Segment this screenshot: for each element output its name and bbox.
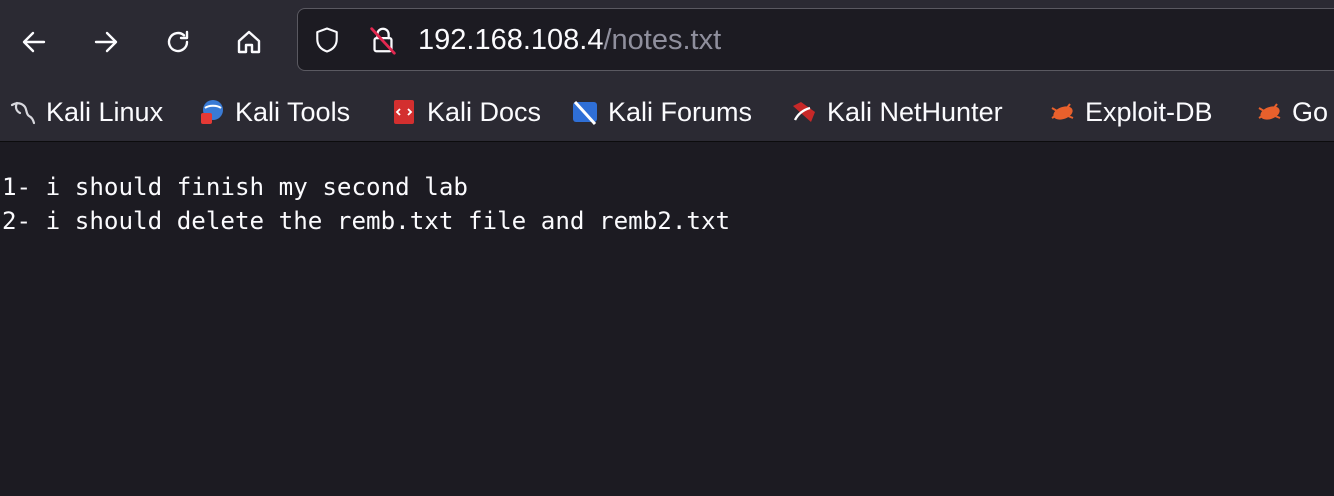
exploit-db-icon: [1254, 97, 1284, 127]
bookmark-label: Kali Linux: [46, 96, 164, 127]
bookmark-label: Go: [1292, 96, 1329, 127]
shield-icon: [316, 27, 338, 53]
bookmark-kali-forums[interactable]: Kali Forums: [570, 94, 752, 130]
bookmark-kali-nethunter[interactable]: Kali NetHunter: [789, 94, 1003, 130]
forward-button[interactable]: [84, 20, 128, 64]
home-icon: [237, 30, 261, 54]
insecure-lock-icon: [370, 27, 396, 55]
kali-nethunter-icon: [789, 97, 819, 127]
kali-dragon-icon: [8, 97, 38, 127]
text-line: 2- i should delete the remb.txt file and…: [2, 207, 731, 235]
bookmark-label: Kali NetHunter: [827, 96, 1003, 127]
back-button[interactable]: [12, 20, 56, 64]
bookmark-exploit-db[interactable]: Exploit-DB: [1047, 94, 1213, 130]
page-content: 1- i should finish my second lab 2- i sh…: [0, 143, 1334, 496]
reload-button[interactable]: [156, 20, 200, 64]
bookmark-label: Exploit-DB: [1085, 96, 1213, 127]
reload-icon: [167, 30, 189, 53]
bookmark-kali-tools[interactable]: Kali Tools: [197, 94, 350, 130]
plain-text-document: 1- i should finish my second lab 2- i sh…: [2, 170, 730, 238]
url-path: /notes.txt: [603, 24, 722, 56]
bookmark-label: Kali Forums: [608, 96, 753, 127]
tracking-protection-button[interactable]: [310, 23, 344, 57]
kali-docs-icon: [389, 97, 419, 127]
site-info-button[interactable]: [366, 23, 400, 57]
bookmark-label: Kali Tools: [235, 96, 351, 127]
browser-toolbar: 192.168.108.4/notes.txt: [0, 0, 1334, 84]
kali-forums-icon: [570, 97, 600, 127]
arrow-left-icon: [22, 31, 46, 53]
url-host: 192.168.108.4: [418, 24, 604, 56]
url-text[interactable]: 192.168.108.4/notes.txt: [418, 23, 721, 57]
home-button[interactable]: [227, 20, 271, 64]
bookmarks-toolbar: Kali Linux Kali Tools Kali Docs Kali For…: [0, 84, 1334, 142]
arrow-right-icon: [94, 31, 118, 53]
kali-tools-icon: [197, 97, 227, 127]
url-bar[interactable]: 192.168.108.4/notes.txt: [297, 8, 1334, 71]
bookmark-google-hacking-db[interactable]: Go: [1254, 94, 1328, 130]
bookmark-kali-docs[interactable]: Kali Docs: [389, 94, 541, 130]
bookmark-kali-linux[interactable]: Kali Linux: [8, 94, 163, 130]
bookmark-label: Kali Docs: [427, 96, 542, 127]
text-line: 1- i should finish my second lab: [2, 173, 468, 201]
exploit-db-icon: [1047, 97, 1077, 127]
